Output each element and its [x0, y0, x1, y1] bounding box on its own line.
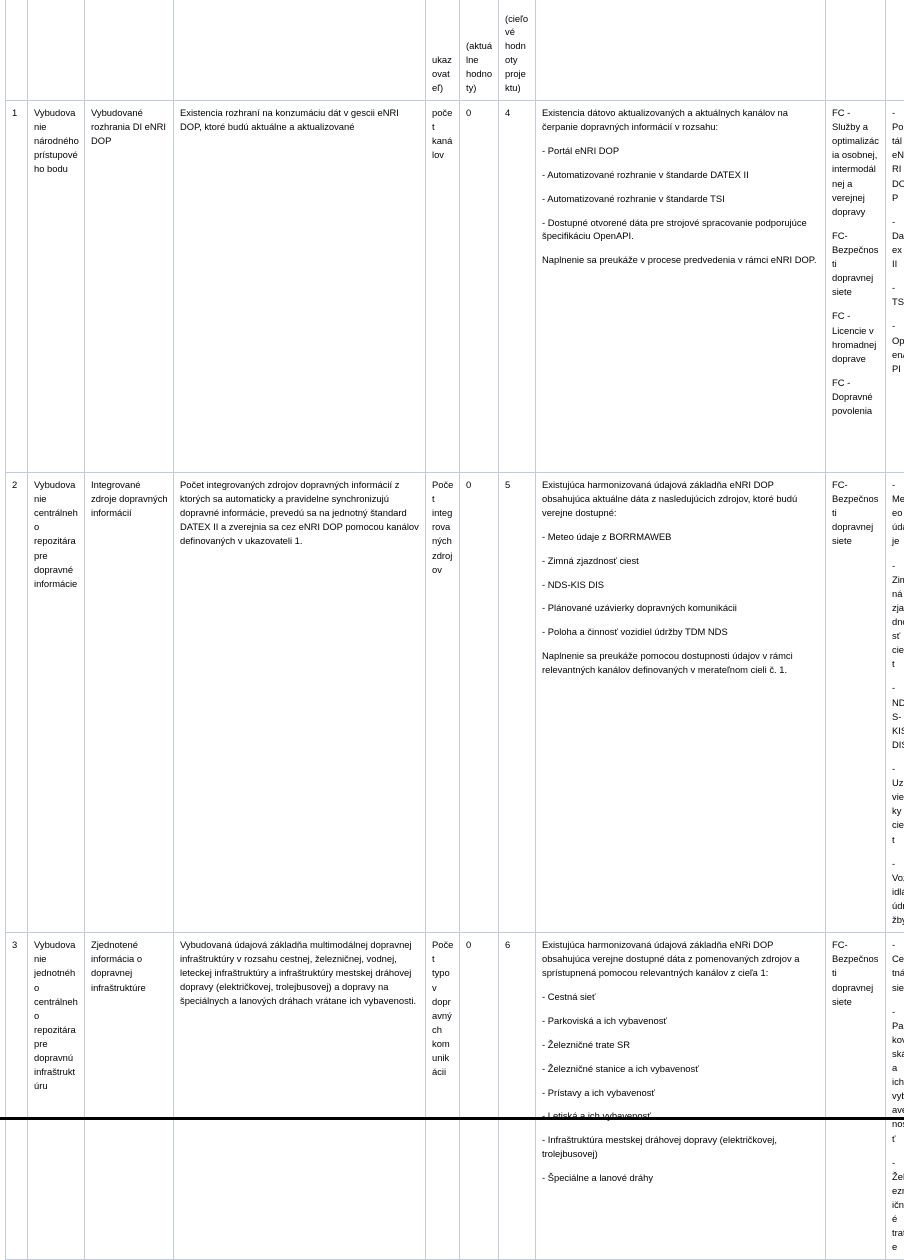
row-number: 2 — [6, 473, 28, 933]
row-indicator-name: Vybudované rozhrania DI eNRI DOP — [85, 101, 174, 473]
row-number: 1 — [6, 101, 28, 473]
header-cell-name — [85, 0, 174, 101]
row-goal: Vybudovanie centrálneho repozitára pre d… — [28, 473, 85, 933]
row-indicator-name: Zjednotené informácia o dopravnej infraš… — [85, 933, 174, 1260]
header-cell-fc — [826, 0, 886, 101]
row-target-value: 6 — [499, 933, 536, 1260]
row-measurement: Existencia dátovo aktualizovaných a aktu… — [536, 101, 826, 473]
header-cell-measurement — [536, 0, 826, 101]
indicators-table: ukazovateľ) (aktuálne hodnoty) (cieľové … — [5, 0, 904, 1260]
table-row: 1 Vybudovanie národného prístupového bod… — [6, 101, 904, 473]
row-goal: Vybudovanie jednotného centrálneho repoz… — [28, 933, 85, 1260]
row-unit: Počet integrovaných zdrojov — [426, 473, 460, 933]
row-baseline-value: 0 — [460, 101, 499, 473]
row-description: Vybudovaná údajová základňa multimodálne… — [174, 933, 426, 1260]
header-cell-baseline: (aktuálne hodnoty) — [460, 0, 499, 101]
row-outputs: - Meteo údaje - Zimná zjazdnosť ciest - … — [886, 473, 904, 933]
header-cell-target: (cieľové hodnoty projektu) — [499, 0, 536, 101]
row-measurement: Existujúca harmonizovaná údajová základň… — [536, 473, 826, 933]
row-unit: počet kanálov — [426, 101, 460, 473]
table-row: 3 Vybudovanie jednotného centrálneho rep… — [6, 933, 904, 1260]
row-functional-components: FC - Služby a optimalizácia osobnej, int… — [826, 101, 886, 473]
row-functional-components: FC-Bezpečnosti dopravnej siete — [826, 473, 886, 933]
header-baseline-label: (aktuálne hodnoty) — [466, 39, 493, 95]
header-cell-goal — [28, 0, 85, 101]
table-header-row: ukazovateľ) (aktuálne hodnoty) (cieľové … — [6, 0, 904, 101]
header-unit-label: ukazovateľ) — [432, 53, 454, 95]
row-number: 3 — [6, 933, 28, 1260]
row-goal: Vybudovanie národného prístupového bodu — [28, 101, 85, 473]
row-baseline-value: 0 — [460, 933, 499, 1260]
row-outputs: - Portál eNRI DOP - Datex II - TSI - Ope… — [886, 101, 904, 473]
row-outputs: - Cestná sieť - Parkoviská a ich vybaven… — [886, 933, 904, 1260]
row-target-value: 4 — [499, 101, 536, 473]
header-target-label: (cieľové hodnoty projektu) — [505, 12, 530, 95]
row-unit: Počet typov dopravných komunikácii — [426, 933, 460, 1260]
row-measurement: Existujúca harmonizovaná údajová základň… — [536, 933, 826, 1260]
row-target-value: 5 — [499, 473, 536, 933]
table-row: 2 Vybudovanie centrálneho repozitára pre… — [6, 473, 904, 933]
row-indicator-name: Integrované zdroje dopravných informácií — [85, 473, 174, 933]
row-description: Počet integrovaných zdrojov dopravných i… — [174, 473, 426, 933]
document-page: ukazovateľ) (aktuálne hodnoty) (cieľové … — [0, 0, 904, 1120]
header-cell-unit: ukazovateľ) — [426, 0, 460, 101]
header-cell-description — [174, 0, 426, 101]
row-functional-components: FC-Bezpečnosti dopravnej siete — [826, 933, 886, 1260]
header-cell-outputs — [886, 0, 904, 101]
page-bottom-rule — [0, 1117, 904, 1120]
header-cell-num — [6, 0, 28, 101]
row-description: Existencia rozhraní na konzumáciu dát v … — [174, 101, 426, 473]
row-baseline-value: 0 — [460, 473, 499, 933]
